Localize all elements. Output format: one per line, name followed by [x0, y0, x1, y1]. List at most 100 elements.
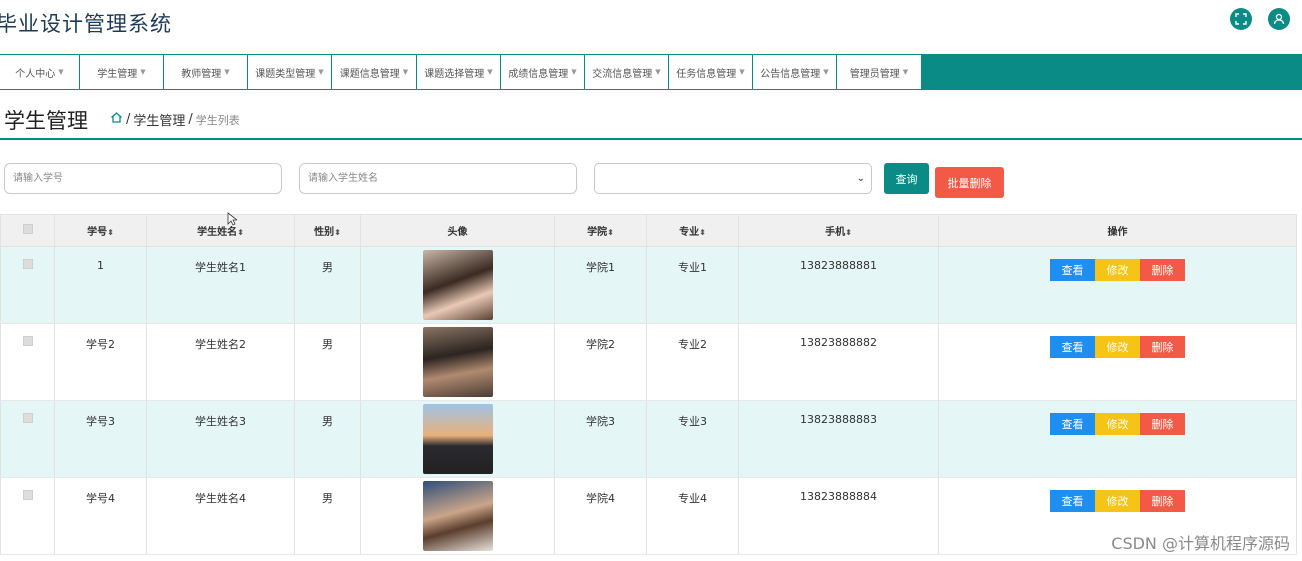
caret-down-icon: ▼	[224, 68, 230, 76]
caret-down-icon: ▼	[571, 68, 577, 76]
row-actions: 查看 修改 删除	[939, 336, 1296, 358]
nav-item-topic-type[interactable]: 课题类型管理 ▼	[248, 55, 332, 89]
cell-student-name: 学生姓名4	[146, 477, 295, 555]
caret-down-icon: ▼	[58, 68, 64, 76]
row-select-cell[interactable]	[0, 400, 55, 478]
sort-icon: ⬍	[607, 228, 614, 237]
header-actions: 操作	[938, 214, 1297, 247]
edit-button[interactable]: 修改	[1095, 413, 1140, 435]
sort-icon: ⬍	[845, 228, 852, 237]
student-avatar[interactable]	[422, 481, 493, 551]
caret-down-icon: ▼	[487, 68, 493, 76]
cell-major: 专业2	[646, 323, 739, 401]
breadcrumb: / 学生管理 / 学生列表	[110, 110, 240, 129]
page-header: 学生管理 / 学生管理 / 学生列表	[0, 95, 1302, 140]
filter-select[interactable]: ⌄	[594, 163, 872, 194]
batch-delete-button[interactable]: 批量删除	[935, 167, 1004, 198]
home-icon[interactable]	[110, 111, 123, 128]
row-checkbox[interactable]	[22, 413, 33, 423]
cell-student-id: 1	[54, 246, 147, 324]
table-row: 1 学生姓名1 男 学院1 专业1 13823888881 查看 修改 删除	[0, 246, 1297, 324]
view-button[interactable]: 查看	[1050, 336, 1095, 358]
cell-phone: 13823888881	[738, 246, 939, 324]
row-actions: 查看 修改 删除	[939, 490, 1296, 512]
sort-icon: ⬍	[334, 228, 341, 237]
nav-item-topic-info[interactable]: 课题信息管理 ▼	[332, 55, 417, 89]
top-bar: 毕业设计管理系统	[0, 0, 1302, 48]
cell-avatar	[360, 400, 555, 478]
nav-item-topic-selection[interactable]: 课题选择管理 ▼	[417, 55, 501, 89]
user-icon[interactable]	[1268, 8, 1290, 30]
nav-item-student-management[interactable]: 学生管理 ▼	[80, 55, 164, 89]
cell-gender: 男	[294, 323, 361, 401]
caret-down-icon: ▼	[140, 68, 146, 76]
delete-button[interactable]: 删除	[1140, 490, 1185, 512]
sort-icon: ⬍	[107, 228, 114, 237]
header-student-id[interactable]: 学号⬍	[54, 214, 147, 247]
nav-item-personal-center[interactable]: 个人中心 ▼	[0, 55, 80, 89]
student-avatar[interactable]	[422, 327, 493, 397]
row-select-cell[interactable]	[0, 323, 55, 401]
cell-student-name: 学生姓名1	[146, 246, 295, 324]
nav-item-task-info[interactable]: 任务信息管理 ▼	[669, 55, 753, 89]
view-button[interactable]: 查看	[1050, 259, 1095, 281]
cell-student-id: 学号2	[54, 323, 147, 401]
mouse-cursor-icon	[227, 212, 237, 226]
edit-button[interactable]: 修改	[1095, 490, 1140, 512]
view-button[interactable]: 查看	[1050, 490, 1095, 512]
breadcrumb-section[interactable]: 学生管理	[133, 110, 185, 129]
header-college[interactable]: 学院⬍	[554, 214, 647, 247]
header-phone[interactable]: 手机⬍	[738, 214, 939, 247]
edit-button[interactable]: 修改	[1095, 259, 1140, 281]
nav-item-notice-info[interactable]: 公告信息管理 ▼	[753, 55, 837, 89]
header-student-name[interactable]: 学生姓名⬍	[146, 214, 295, 247]
row-checkbox[interactable]	[22, 259, 33, 269]
row-actions: 查看 修改 删除	[939, 259, 1296, 281]
header-avatar: 头像	[360, 214, 555, 247]
cell-major: 专业3	[646, 400, 739, 478]
student-id-input[interactable]	[4, 163, 282, 194]
row-select-cell[interactable]	[0, 477, 55, 555]
row-select-cell[interactable]	[0, 246, 55, 324]
delete-button[interactable]: 删除	[1140, 413, 1185, 435]
cell-college: 学院4	[554, 477, 647, 555]
table-row: 学号3 学生姓名3 男 学院3 专业3 13823888883 查看 修改 删除	[0, 400, 1297, 478]
row-checkbox[interactable]	[22, 336, 33, 346]
edit-button[interactable]: 修改	[1095, 336, 1140, 358]
row-actions: 查看 修改 删除	[939, 413, 1296, 435]
fullscreen-icon[interactable]	[1230, 8, 1252, 30]
header-gender[interactable]: 性别⬍	[294, 214, 361, 247]
cell-avatar	[360, 477, 555, 555]
student-name-input[interactable]	[299, 163, 577, 194]
delete-button[interactable]: 删除	[1140, 336, 1185, 358]
cell-college: 学院1	[554, 246, 647, 324]
breadcrumb-separator: /	[126, 112, 131, 127]
nav-item-admin-management[interactable]: 管理员管理 ▼	[837, 55, 922, 89]
cell-student-name: 学生姓名3	[146, 400, 295, 478]
caret-down-icon: ▼	[655, 68, 661, 76]
nav-item-exchange-info[interactable]: 交流信息管理 ▼	[585, 55, 669, 89]
caret-down-icon: ▼	[902, 68, 909, 76]
view-button[interactable]: 查看	[1050, 413, 1095, 435]
delete-button[interactable]: 删除	[1140, 259, 1185, 281]
select-all-checkbox[interactable]	[22, 224, 33, 234]
student-avatar[interactable]	[422, 250, 493, 320]
nav-item-grade-info[interactable]: 成绩信息管理 ▼	[501, 55, 585, 89]
select-all-cell[interactable]	[0, 214, 55, 247]
cell-actions: 查看 修改 删除	[938, 323, 1297, 401]
watermark: CSDN @计算机程序源码	[1111, 534, 1290, 553]
row-checkbox[interactable]	[22, 490, 33, 500]
cell-gender: 男	[294, 477, 361, 555]
cell-phone: 13823888883	[738, 400, 939, 478]
cell-college: 学院3	[554, 400, 647, 478]
header-major[interactable]: 专业⬍	[646, 214, 739, 247]
nav-item-teacher-management[interactable]: 教师管理 ▼	[164, 55, 248, 89]
query-button[interactable]: 查询	[884, 163, 929, 194]
sort-icon: ⬍	[237, 228, 244, 237]
cell-college: 学院2	[554, 323, 647, 401]
main-nav: 个人中心 ▼ 学生管理 ▼ 教师管理 ▼ 课题类型管理 ▼ 课题信息管理 ▼ 课题选择管理…	[0, 54, 1302, 90]
cell-phone: 13823888882	[738, 323, 939, 401]
student-avatar[interactable]	[422, 404, 493, 474]
caret-down-icon: ▼	[402, 68, 409, 76]
table-header-row: 学号⬍ 学生姓名⬍ 性别⬍ 头像 学院⬍ 专业⬍ 手机⬍ 操作	[0, 214, 1297, 247]
